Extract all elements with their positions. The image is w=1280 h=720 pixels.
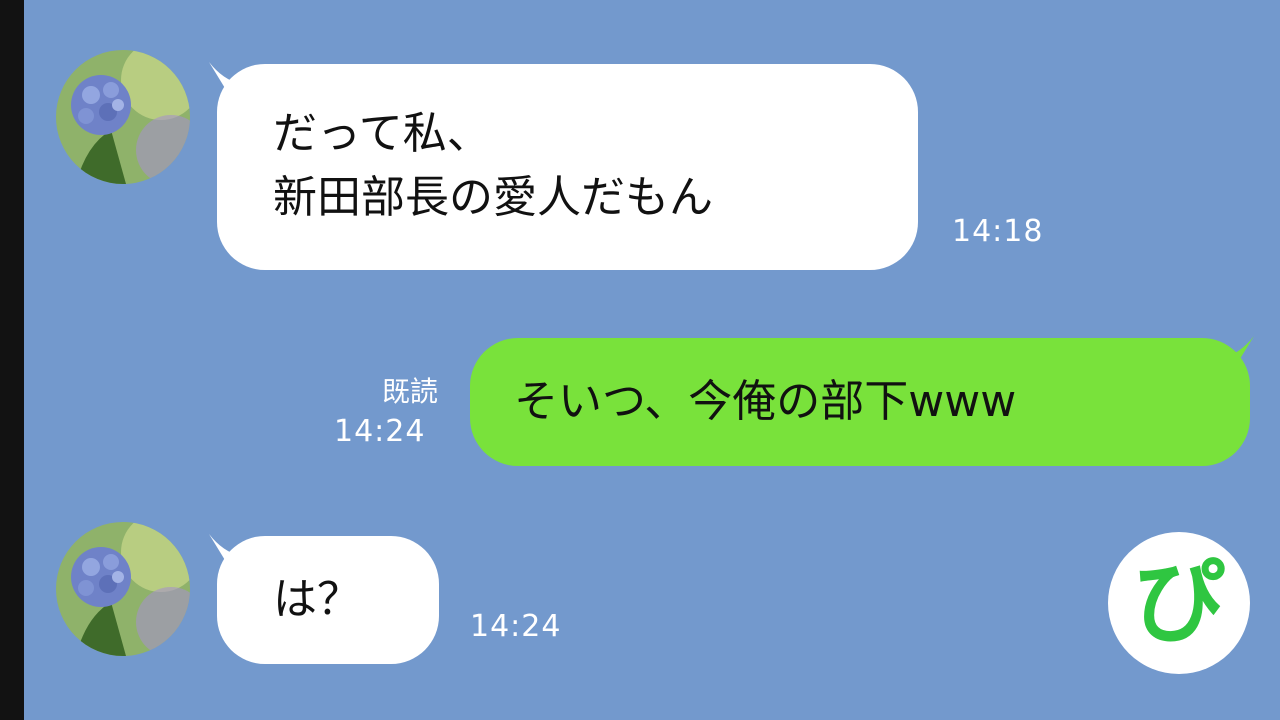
message-timestamp: 14:18 xyxy=(952,214,1044,249)
incoming-message-bubble[interactable]: は？ xyxy=(217,536,439,664)
device-frame-edge xyxy=(0,0,24,720)
message-text: そいつ、今俺の部下www xyxy=(514,376,1017,427)
read-receipt: 既読 xyxy=(381,375,438,408)
contact-avatar[interactable] xyxy=(56,50,190,184)
pi-stamp-icon: ぴ xyxy=(1132,549,1225,656)
pi-stamp-badge: ぴ xyxy=(1108,532,1250,674)
message-timestamp: 14:24 xyxy=(334,414,426,449)
message-text: だって私、 xyxy=(273,108,491,159)
incoming-message-bubble[interactable]: だって私、 新田部長の愛人だもん xyxy=(217,64,918,270)
contact-avatar[interactable] xyxy=(56,522,190,656)
hydrangea-photo-icon xyxy=(56,50,190,184)
hydrangea-photo-icon xyxy=(56,522,190,656)
message-timestamp: 14:24 xyxy=(470,609,562,644)
outgoing-message-bubble[interactable]: そいつ、今俺の部下www xyxy=(470,338,1250,466)
message-text: 新田部長の愛人だもん xyxy=(273,172,713,223)
message-text: は？ xyxy=(273,574,361,625)
